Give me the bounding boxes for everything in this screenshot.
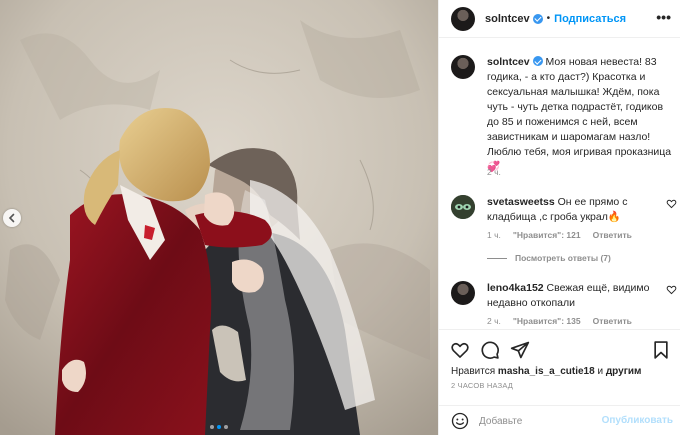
heart-icon[interactable] <box>666 284 677 295</box>
comment-meta: 2 ч. "Нравится": 135 Ответить <box>487 316 632 326</box>
comments-scroll[interactable]: solntcev Моя новая невеста! 83 годика, -… <box>439 39 680 328</box>
post-sidebar: solntcev • Подписаться ••• solntcev Моя … <box>438 0 680 435</box>
caption-username[interactable]: solntcev <box>487 56 530 68</box>
view-replies-label: Посмотреть ответы (7) <box>515 253 611 263</box>
post-photo[interactable] <box>0 0 438 435</box>
more-icon[interactable]: ••• <box>656 10 671 24</box>
carousel-dots <box>210 425 228 429</box>
carousel-dot-active <box>217 425 221 429</box>
caption-text: Моя новая невеста! 83 годика, - а кто да… <box>487 56 672 173</box>
carousel-dot <box>210 425 214 429</box>
action-bar: Нравится masha_is_a_cutie18 и другим 2 Ч… <box>439 329 680 390</box>
comment-meta: 1 ч. "Нравится": 121 Ответить <box>487 230 632 240</box>
likes-summary: Нравится masha_is_a_cutie18 и другим <box>451 366 641 377</box>
header-separator: • <box>546 13 551 24</box>
reply-button[interactable]: Ответить <box>593 316 632 326</box>
photo-scene <box>0 0 438 435</box>
share-icon[interactable] <box>510 340 530 360</box>
carousel-prev-button[interactable] <box>3 209 21 227</box>
comment-username[interactable]: svetasweetss <box>487 196 555 208</box>
bookmark-icon[interactable] <box>651 340 671 360</box>
likes-prefix: Нравится <box>451 366 496 377</box>
post-timestamp[interactable]: 2 ЧАСОВ НАЗАД <box>451 381 513 390</box>
verified-icon <box>532 13 543 24</box>
comment-icon[interactable] <box>480 340 500 360</box>
comment-likes[interactable]: "Нравится": 135 <box>513 316 581 326</box>
comment-likes[interactable]: "Нравится": 121 <box>513 230 581 240</box>
view-replies-button[interactable]: Посмотреть ответы (7) <box>487 253 611 263</box>
publish-button[interactable]: Опубликовать <box>602 415 673 426</box>
comment-body: leno4ka152 Свежая ещё, видимо недавно от… <box>487 281 659 311</box>
heart-icon[interactable] <box>450 340 470 360</box>
caption-avatar[interactable] <box>451 55 475 79</box>
verified-icon <box>532 56 543 66</box>
follow-button[interactable]: Подписаться <box>554 13 626 25</box>
comment-username[interactable]: leno4ka152 <box>487 282 544 294</box>
post-header: solntcev • Подписаться ••• <box>439 0 680 38</box>
comment-input[interactable] <box>479 413 619 429</box>
comment-avatar[interactable] <box>451 281 475 305</box>
caption-time[interactable]: 2 ч. <box>487 167 501 177</box>
comment-avatar[interactable] <box>451 195 475 219</box>
header-username[interactable]: solntcev <box>485 13 530 25</box>
carousel-dot <box>224 425 228 429</box>
comment-body: svetasweetss Он ее прямо с кладбища ,с г… <box>487 195 659 225</box>
comment-time[interactable]: 2 ч. <box>487 316 501 326</box>
comment-composer: Опубликовать <box>439 405 680 435</box>
avatar[interactable] <box>451 6 475 31</box>
view-replies-line <box>487 257 507 259</box>
emoji-icon[interactable] <box>451 412 469 430</box>
chevron-left-icon <box>8 213 15 223</box>
reply-button[interactable]: Ответить <box>593 230 632 240</box>
heart-icon[interactable] <box>666 198 677 209</box>
likes-user[interactable]: masha_is_a_cutie18 <box>498 366 595 377</box>
caption-body: solntcev Моя новая невеста! 83 годика, -… <box>487 55 673 175</box>
comment-avatar-image <box>451 195 475 219</box>
likes-and: и <box>597 366 604 377</box>
comment-time[interactable]: 1 ч. <box>487 230 501 240</box>
likes-others[interactable]: другим <box>606 366 642 377</box>
